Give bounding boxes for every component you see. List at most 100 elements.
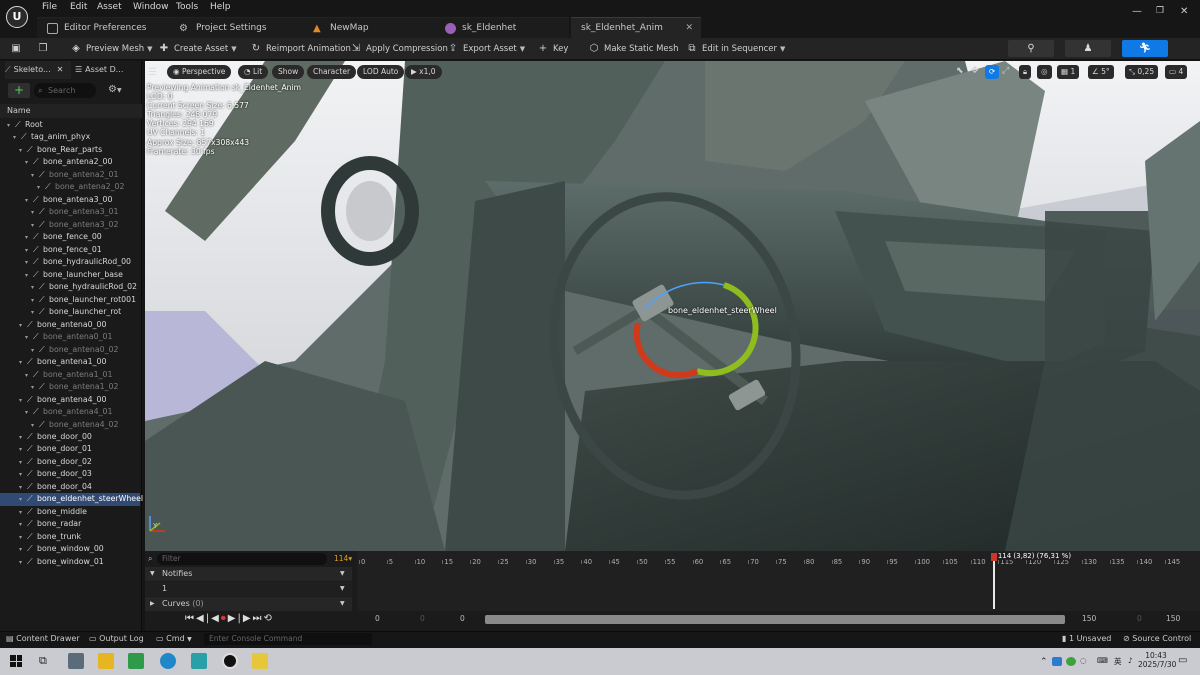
bone-row[interactable]: ▾ ⟋ bone_hydraulicRod_00 xyxy=(0,256,140,269)
bone-row[interactable]: ▾ ⟋ bone_fence_01 xyxy=(0,244,140,257)
tray-app-icon[interactable] xyxy=(1052,657,1062,666)
reimport-animation-button[interactable]: ↻ Reimport Animation xyxy=(250,41,351,57)
bone-row[interactable]: ▾ ⟋ bone_antena4_02 xyxy=(0,419,140,432)
close-icon[interactable]: ✕ xyxy=(685,23,693,33)
playback-speed-button[interactable]: ▶ x1,0 xyxy=(405,65,442,79)
bone-row[interactable]: ▾ ⟋ bone_antena0_01 xyxy=(0,331,140,344)
edit-in-sequencer-button[interactable]: ⧉ Edit in Sequencer ▼ xyxy=(686,41,785,57)
minimize-icon[interactable]: — xyxy=(1132,6,1142,17)
menu-asset[interactable]: Asset xyxy=(97,2,122,12)
bone-row[interactable]: ▾ ⟋ bone_antena3_00 xyxy=(0,194,140,207)
menu-tools[interactable]: Tools xyxy=(176,2,198,12)
range-end[interactable]: 150 xyxy=(1082,614,1096,623)
bone-row[interactable]: ▾ ⟋ bone_door_03 xyxy=(0,468,140,481)
play-reverse-icon[interactable]: ◀ xyxy=(211,613,221,624)
scrollbar-thumb[interactable] xyxy=(485,615,1065,624)
translate-icon[interactable]: ✥ xyxy=(971,66,979,76)
close-window-icon[interactable]: ✕ xyxy=(1180,6,1188,17)
chevron-down-icon[interactable]: ▾ xyxy=(19,557,27,570)
file-explorer-icon[interactable] xyxy=(98,653,114,669)
task-view-icon[interactable]: ⧉ xyxy=(39,654,47,668)
skip-to-end-icon[interactable]: ⏭ xyxy=(253,613,264,624)
notification-icon[interactable]: ▭ xyxy=(1178,655,1187,666)
menu-help[interactable]: Help xyxy=(210,2,231,12)
notifies-track[interactable]: ▼ Notifies ▼ xyxy=(145,567,352,581)
close-icon[interactable]: ✕ xyxy=(57,65,64,74)
bone-row[interactable]: ▾ ⟋ bone_radar xyxy=(0,518,140,531)
notify-track-1[interactable]: 1 ▼ xyxy=(145,582,352,596)
bone-row[interactable]: ▾ ⟋ bone_launcher_rot001 xyxy=(0,294,140,307)
apply-compression-button[interactable]: ⇲ Apply Compression xyxy=(350,41,448,57)
tab-newmap[interactable]: ▲ NewMap xyxy=(303,17,435,38)
bone-row[interactable]: ▾ ⟋ bone_antena3_02 xyxy=(0,219,140,232)
bone-row[interactable]: ▾ ⟋ bone_trunk xyxy=(0,531,140,544)
spreadsheet-app-icon[interactable] xyxy=(128,653,144,669)
menu-window[interactable]: Window xyxy=(133,2,169,12)
bone-row[interactable]: ▾ ⟋ bone_antena2_00 xyxy=(0,156,140,169)
tab-asset-details[interactable]: ☰ Asset D... xyxy=(75,61,135,79)
bone-row[interactable]: ▾ ⟋ bone_hydraulicRod_02 xyxy=(0,281,140,294)
scale-snap-button[interactable]: ⤡ 0,25 xyxy=(1125,65,1159,79)
character-button[interactable]: Character xyxy=(307,65,357,79)
gear-icon[interactable]: ⚙▼ xyxy=(108,84,122,95)
add-socket-button[interactable]: + xyxy=(8,83,30,98)
perspective-button[interactable]: ◉ Perspective xyxy=(167,65,232,79)
key-button[interactable]: + Key xyxy=(537,41,569,57)
skeleton-search-input[interactable]: ⌕ Search xyxy=(34,83,96,98)
angle-snap-button[interactable]: ∠ 5° xyxy=(1088,65,1114,79)
bone-row[interactable]: ▾ ⟋ bone_door_02 xyxy=(0,456,140,469)
preview-mesh-button[interactable]: ◈ Preview Mesh ▼ xyxy=(70,41,152,57)
bone-row[interactable]: ▾ ⟋ bone_antena2_01 xyxy=(0,169,140,182)
tab-project-settings[interactable]: ⚙ Project Settings xyxy=(169,17,303,38)
bone-row[interactable]: ▾ ⟋ bone_Rear_parts xyxy=(0,144,140,157)
bone-row[interactable]: ▾ ⟋ bone_middle xyxy=(0,506,140,519)
animation-mode-button[interactable]: 🏃︎ xyxy=(1122,40,1168,57)
bone-row[interactable]: ▾ ⟋ bone_antena1_02 xyxy=(0,381,140,394)
unreal-engine-taskbar-icon[interactable] xyxy=(222,653,238,669)
clock[interactable]: 10:43 2025/7/30 xyxy=(1138,651,1176,669)
skeleton-mode-button[interactable]: ⚲ xyxy=(1008,40,1054,57)
record-icon[interactable]: ⏺ xyxy=(221,613,228,624)
step-back-icon[interactable]: ◀| xyxy=(196,613,211,624)
range-zero[interactable]: 0 xyxy=(460,614,465,623)
console-input[interactable]: Enter Console Command xyxy=(204,633,372,645)
unreal-logo-icon[interactable]: U xyxy=(6,6,28,28)
bone-row[interactable]: ▾ ⟋ bone_door_00 xyxy=(0,431,140,444)
show-button[interactable]: Show xyxy=(272,65,305,79)
bone-row[interactable]: ▾ ⟋ bone_window_01 xyxy=(0,556,140,569)
tray-expand-icon[interactable]: ⌃ xyxy=(1040,657,1048,667)
windows-start-icon[interactable] xyxy=(10,655,22,667)
app-icon-photos[interactable] xyxy=(68,653,84,669)
range-start[interactable]: 0 xyxy=(375,614,380,623)
tab-sk-eldenhet[interactable]: sk_Eldenhet xyxy=(435,17,569,38)
play-icon[interactable]: ▶ xyxy=(228,613,238,624)
bone-row[interactable]: ▾ ⟋ bone_antena3_01 xyxy=(0,206,140,219)
bone-row[interactable]: ▾ ⟋ bone_antena1_00 xyxy=(0,356,140,369)
bone-row[interactable]: ▾ ⟋ bone_antena4_01 xyxy=(0,406,140,419)
bone-row[interactable]: ▾ ⟋ Root xyxy=(0,119,140,132)
bone-row[interactable]: ▾ ⟋ bone_antena0_02 xyxy=(0,344,140,357)
camera-speed-button[interactable]: ▭ 4 xyxy=(1165,65,1188,79)
source-control-button[interactable]: ⊘ Source Control xyxy=(1123,634,1191,643)
bone-row[interactable]: ▾ ⟋ bone_antena1_01 xyxy=(0,369,140,382)
globe-icon[interactable]: ◎ xyxy=(1037,65,1052,79)
create-asset-button[interactable]: ✚ Create Asset ▼ xyxy=(158,41,237,57)
skip-to-start-icon[interactable]: ⏮ xyxy=(185,613,196,624)
tab-editor-preferences[interactable]: Editor Preferences xyxy=(37,17,169,38)
step-forward-icon[interactable]: |▶ xyxy=(237,613,252,624)
cmd-button[interactable]: ▭ Cmd ▼ xyxy=(156,634,192,643)
maximize-icon[interactable]: ❐ xyxy=(1156,6,1164,16)
bone-row[interactable]: ▾ ⟋ bone_antena2_02 xyxy=(0,181,140,194)
timeline-scrollbar[interactable] xyxy=(485,615,1065,624)
tab-sk-eldenhet-anim[interactable]: sk_Eldenhet_Anim ✕ xyxy=(571,17,701,38)
bone-row[interactable]: ▾ ⟋ bone_launcher_base xyxy=(0,269,140,282)
make-static-mesh-button[interactable]: ⬡ Make Static Mesh xyxy=(588,41,679,57)
bone-row[interactable]: ▾ ⟋ bone_antena4_00 xyxy=(0,394,140,407)
grid-snap-button[interactable]: ▦ 1 xyxy=(1057,65,1080,79)
app-icon-grid[interactable] xyxy=(252,653,268,669)
loop-icon[interactable]: ⟲ xyxy=(264,613,274,624)
playhead-handle[interactable] xyxy=(990,553,997,561)
output-log-button[interactable]: ▭ Output Log xyxy=(89,634,144,643)
keyboard-icon[interactable]: ⌨ xyxy=(1097,656,1108,665)
export-asset-button[interactable]: ⇪ Export Asset ▼ xyxy=(447,41,525,57)
